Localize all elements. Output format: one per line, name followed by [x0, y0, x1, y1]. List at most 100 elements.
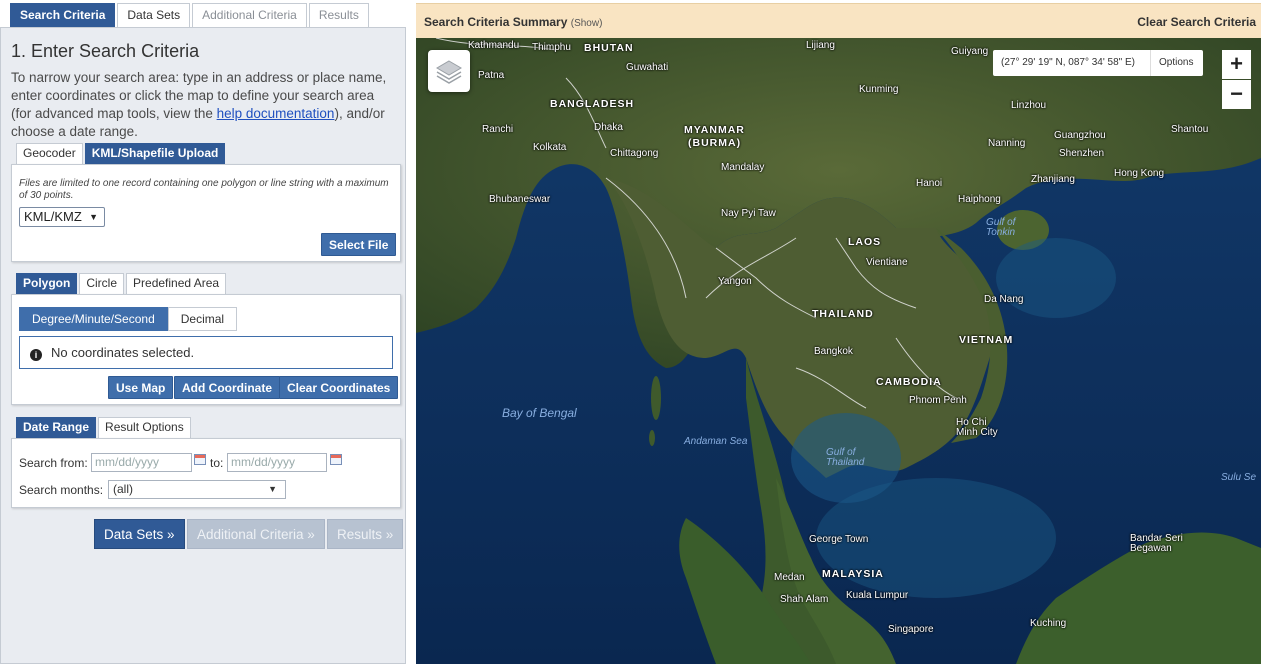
search-summary-bar: Search Criteria Summary (Show) Clear Sea… [416, 3, 1261, 38]
tab-date-range[interactable]: Date Range [16, 417, 97, 438]
date-from-input[interactable]: mm/dd/yyyy [91, 453, 192, 472]
summary-title-text: Search Criteria Summary [424, 15, 568, 29]
map-label-linzhou: Linzhou [1011, 100, 1047, 111]
zoom-out-button[interactable]: − [1222, 80, 1251, 109]
map-label-zhanjiang: Zhanjiang [1031, 174, 1075, 185]
format-decimal-button[interactable]: Decimal [167, 307, 238, 331]
tab-polygon[interactable]: Polygon [16, 273, 78, 294]
info-icon: i [30, 349, 42, 361]
map-label-bhubaneswar: Bhubaneswar [489, 194, 551, 205]
date-to-input[interactable]: mm/dd/yyyy [227, 453, 327, 472]
add-coordinate-button[interactable]: Add Coordinate [174, 376, 280, 399]
tab-predefined-area[interactable]: Predefined Area [126, 273, 227, 294]
map-label-guangzhou: Guangzhou [1054, 130, 1106, 141]
to-label: to: [210, 456, 224, 470]
intro-text: To narrow your search area: type in an a… [11, 69, 397, 141]
satellite-map[interactable]: Kathmandu Thimphu BHUTAN Lijiang Guiyang… [416, 38, 1261, 664]
map-label-bangladesh: BANGLADESH [550, 98, 635, 110]
map-label-guiyang: Guiyang [951, 46, 989, 57]
tab-search-criteria[interactable]: Search Criteria [10, 3, 116, 27]
map-label-myanmar: MYANMAR [684, 124, 745, 136]
area-tabs: Polygon Circle Predefined Area [16, 273, 227, 294]
additional-criteria-button[interactable]: Additional Criteria » [187, 519, 325, 549]
map-label-yangon: Yangon [718, 276, 752, 287]
map-label-nay-pyi-taw: Nay Pyi Taw [721, 208, 776, 219]
upload-panel: Files are limited to one record containi… [11, 164, 401, 262]
page-title: 1. Enter Search Criteria [11, 41, 200, 61]
coordinate-format-toggle: Degree/Minute/Second Decimal [19, 307, 238, 331]
help-documentation-link[interactable]: help documentation [217, 106, 335, 121]
search-panel: Search Criteria Data Sets Additional Cri… [0, 0, 408, 664]
map-options-button[interactable]: Options [1150, 50, 1193, 76]
map-label-sulu-sea: Sulu Se [1221, 472, 1257, 483]
tab-kml-upload[interactable]: KML/Shapefile Upload [84, 143, 226, 164]
tab-results[interactable]: Results [308, 3, 369, 27]
search-from-label: Search from: [19, 456, 88, 470]
tab-additional-criteria[interactable]: Additional Criteria [192, 3, 307, 27]
map-label-kathmandu: Kathmandu [468, 40, 520, 51]
map-label-phnom-penh: Phnom Penh [909, 395, 967, 406]
map-label-lijiang: Lijiang [806, 40, 835, 51]
data-sets-button[interactable]: Data Sets » [94, 519, 185, 549]
map-label-chittagong: Chittagong [610, 148, 659, 159]
zoom-in-button[interactable]: + [1222, 50, 1251, 79]
search-months-value: (all) [113, 482, 133, 496]
cursor-coordinate-value: (27° 29' 19" N, 087° 34' 58" E) [1001, 57, 1135, 68]
map-label-dhaka: Dhaka [594, 122, 623, 133]
map-label-da-nang: Da Nang [984, 294, 1024, 305]
chevron-down-icon: ▼ [268, 484, 277, 494]
map-label-bay-of-bengal: Bay of Bengal [502, 406, 577, 420]
layers-icon [436, 60, 462, 84]
tab-data-sets[interactable]: Data Sets [117, 3, 191, 27]
map-label-medan: Medan [774, 572, 805, 583]
map-label-malaysia: MALAYSIA [822, 568, 884, 580]
map-label-thailand: THAILAND [812, 308, 874, 320]
date-range-panel: Search from: mm/dd/yyyy to: mm/dd/yyyy S… [11, 438, 401, 508]
select-file-button[interactable]: Select File [321, 233, 397, 256]
map-label-patna: Patna [478, 70, 505, 81]
map-label-kuching: Kuching [1030, 618, 1067, 629]
main-tabs: Search Criteria Data Sets Additional Cri… [10, 3, 369, 27]
file-type-select[interactable]: KML/KMZ ▼ [19, 207, 105, 227]
map-label-kuala-lumpur: Kuala Lumpur [846, 590, 909, 601]
map-label-shah-alam: Shah Alam [780, 594, 829, 605]
map-label-nanning: Nanning [988, 138, 1026, 149]
summary-title: Search Criteria Summary (Show) [424, 15, 602, 29]
date-tabs: Date Range Result Options [16, 417, 191, 438]
map-label-singapore: Singapore [888, 624, 934, 635]
calendar-icon[interactable] [330, 454, 342, 465]
map-label-andaman-sea: Andaman Sea [684, 436, 748, 447]
map-label-kunming: Kunming [859, 84, 899, 95]
map-label-cambodia: CAMBODIA [876, 376, 942, 388]
tab-result-options[interactable]: Result Options [98, 417, 191, 438]
map-label-ho-chi-minh-city: Ho Chi Minh City [956, 417, 998, 438]
map-label-thimphu: Thimphu [532, 42, 571, 53]
tab-circle[interactable]: Circle [79, 273, 125, 294]
map-label-bangkok: Bangkok [814, 346, 853, 357]
map-label-guwahati: Guwahati [626, 62, 669, 73]
map-label-vietnam: VIETNAM [959, 334, 1014, 346]
map-label-hong-kong: Hong Kong [1114, 168, 1165, 179]
use-map-button[interactable]: Use Map [108, 376, 174, 399]
summary-show-link[interactable]: (Show) [571, 18, 603, 29]
map-label-hanoi: Hanoi [916, 178, 943, 189]
format-dms-button[interactable]: Degree/Minute/Second [19, 307, 168, 331]
map-label-bandar-seri-begawan: Bandar Seri Begawan [1130, 533, 1183, 554]
map-label-ranchi: Ranchi [482, 124, 514, 135]
file-type-value: KML/KMZ [24, 209, 82, 224]
map-label-laos: LAOS [848, 236, 882, 248]
map-label-haiphong: Haiphong [958, 194, 1001, 205]
tab-geocoder[interactable]: Geocoder [16, 143, 83, 164]
results-button[interactable]: Results » [327, 519, 404, 549]
upload-note: Files are limited to one record containi… [19, 178, 389, 201]
clear-search-criteria-link[interactable]: Clear Search Criteria [1137, 15, 1256, 29]
map-label-george-town: George Town [809, 534, 869, 545]
layers-button[interactable] [428, 50, 470, 92]
chevron-down-icon: ▼ [89, 212, 98, 222]
coordinates-panel: Degree/Minute/Second Decimal i No coordin… [11, 294, 401, 405]
clear-coordinates-button[interactable]: Clear Coordinates [279, 376, 399, 399]
calendar-icon[interactable] [194, 454, 206, 465]
map-label-vientiane: Vientiane [866, 257, 908, 268]
search-months-select[interactable]: (all) ▼ [108, 480, 286, 499]
cursor-coordinate-display: (27° 29' 19" N, 087° 34' 58" E) Options [993, 50, 1203, 76]
